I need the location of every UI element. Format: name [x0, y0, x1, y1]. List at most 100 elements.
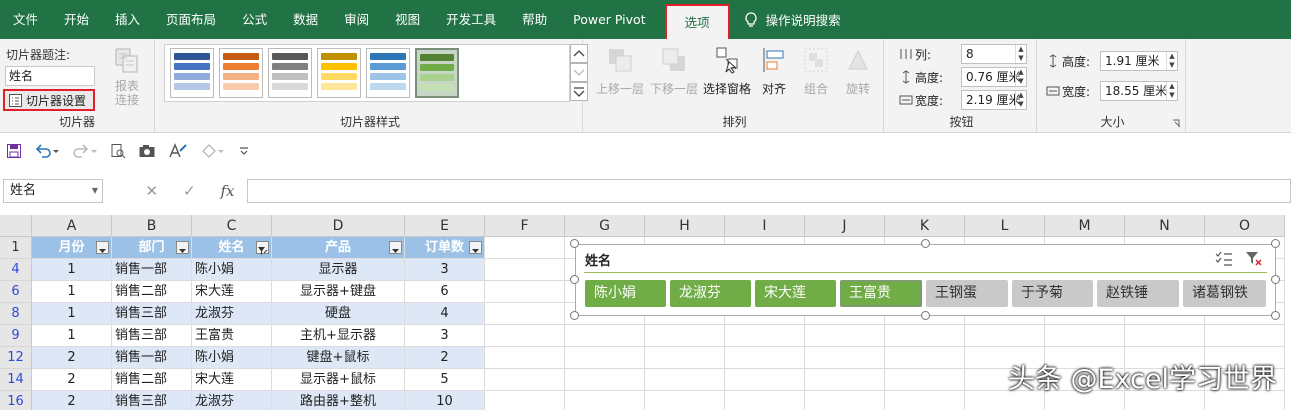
tab-developer[interactable]: 开发工具 — [433, 0, 509, 39]
customize-toolbar-icon[interactable] — [238, 143, 250, 159]
column-header[interactable]: D — [272, 215, 405, 237]
confirm-entry-icon[interactable]: ✓ — [183, 182, 196, 200]
slicer-item[interactable]: 龙淑芬 — [670, 280, 751, 307]
filter-dropdown-icon[interactable] — [469, 241, 482, 254]
column-header[interactable]: O — [1205, 215, 1285, 237]
table-cell[interactable]: 销售一部 — [112, 347, 192, 369]
name-slicer[interactable]: 姓名 陈小娟 龙淑芬 宋大莲 王富贵 王钢蛋 于予菊 赵铁锤 诸葛钢铁 — [575, 244, 1276, 316]
empty-cell[interactable] — [805, 347, 885, 369]
slicer-style-gold[interactable] — [317, 48, 361, 98]
text-format-icon[interactable] — [168, 143, 188, 159]
table-header-cell[interactable]: 姓名 — [192, 237, 272, 259]
table-cell[interactable]: 陈小娟 — [192, 347, 272, 369]
table-cell[interactable]: 3 — [405, 325, 485, 347]
name-box[interactable]: 姓名 ▼ — [3, 179, 103, 203]
tab-review[interactable]: 审阅 — [331, 0, 382, 39]
button-width-input[interactable]: 2.19 厘米 ▲ ▼ — [961, 90, 1027, 110]
formula-input[interactable] — [247, 179, 1291, 203]
table-cell[interactable]: 显示器+鼠标 — [272, 369, 405, 391]
empty-cell[interactable] — [565, 391, 645, 410]
empty-cell[interactable] — [965, 325, 1045, 347]
empty-cell[interactable] — [485, 347, 565, 369]
empty-cell[interactable] — [485, 325, 565, 347]
column-header[interactable]: B — [112, 215, 192, 237]
filter-dropdown-icon[interactable] — [96, 241, 109, 254]
empty-cell[interactable] — [645, 369, 725, 391]
table-cell[interactable]: 陈小娟 — [192, 259, 272, 281]
insert-function-button[interactable]: fx — [221, 182, 235, 200]
slicer-item[interactable]: 王富贵 — [840, 280, 922, 307]
column-header[interactable]: J — [805, 215, 885, 237]
empty-cell[interactable] — [485, 391, 565, 410]
slicer-style-gray[interactable] — [268, 48, 312, 98]
column-header[interactable]: M — [1045, 215, 1125, 237]
column-header[interactable]: E — [405, 215, 485, 237]
resize-handle[interactable] — [1271, 239, 1280, 248]
button-width-spinner[interactable]: ▲ ▼ — [1015, 91, 1026, 109]
group-button[interactable]: 组合 — [796, 45, 836, 97]
tell-me-search[interactable]: 操作说明搜索 — [744, 10, 841, 29]
table-cell[interactable]: 显示器 — [272, 259, 405, 281]
row-header[interactable]: 6 — [0, 281, 32, 303]
slicer-item[interactable]: 陈小娟 — [585, 280, 666, 307]
empty-cell[interactable] — [725, 369, 805, 391]
slicer-caption-input[interactable]: 姓名 — [5, 66, 95, 86]
tab-page-layout[interactable]: 页面布局 — [153, 0, 229, 39]
row-header[interactable]: 14 — [0, 369, 32, 391]
column-header[interactable]: K — [885, 215, 965, 237]
table-cell[interactable]: 主机+显示器 — [272, 325, 405, 347]
columns-spinner[interactable]: ▲ ▼ — [1015, 45, 1026, 63]
table-cell[interactable]: 5 — [405, 369, 485, 391]
multi-select-icon[interactable] — [1215, 251, 1233, 267]
shape-fill-icon[interactable] — [200, 143, 226, 159]
resize-handle[interactable] — [920, 239, 930, 248]
table-cell[interactable]: 1 — [32, 303, 112, 325]
empty-cell[interactable] — [885, 325, 965, 347]
size-dialog-launcher-icon[interactable] — [1172, 119, 1181, 128]
table-cell[interactable]: 1 — [32, 259, 112, 281]
report-connections-button[interactable]: 报表 连接 — [109, 46, 145, 107]
empty-cell[interactable] — [485, 281, 565, 303]
column-header[interactable]: C — [192, 215, 272, 237]
button-height-input[interactable]: 0.76 厘米 ▲ ▼ — [961, 67, 1027, 87]
button-height-spinner[interactable]: ▲ ▼ — [1015, 68, 1026, 86]
table-cell[interactable]: 6 — [405, 281, 485, 303]
table-cell[interactable]: 2 — [32, 391, 112, 410]
undo-icon[interactable] — [34, 143, 60, 159]
slicer-item[interactable]: 宋大莲 — [755, 280, 836, 307]
slicer-item[interactable]: 王钢蛋 — [926, 280, 1008, 307]
slicer-style-blue-dark[interactable] — [170, 48, 214, 98]
table-cell[interactable]: 销售三部 — [112, 303, 192, 325]
table-cell[interactable]: 显示器+键盘 — [272, 281, 405, 303]
print-preview-icon[interactable] — [110, 143, 126, 159]
camera-icon[interactable] — [138, 143, 156, 159]
tab-file[interactable]: 文件 — [0, 0, 51, 39]
empty-cell[interactable] — [485, 369, 565, 391]
empty-cell[interactable] — [485, 303, 565, 325]
bring-forward-button[interactable]: 上移一层 — [594, 45, 646, 97]
resize-handle[interactable] — [1271, 275, 1280, 284]
table-cell[interactable]: 2 — [32, 347, 112, 369]
empty-cell[interactable] — [805, 369, 885, 391]
empty-cell[interactable] — [805, 391, 885, 410]
empty-cell[interactable] — [805, 325, 885, 347]
empty-cell[interactable] — [565, 325, 645, 347]
tab-data[interactable]: 数据 — [280, 0, 331, 39]
name-box-dropdown-icon[interactable]: ▼ — [92, 180, 98, 202]
empty-cell[interactable] — [725, 347, 805, 369]
cancel-entry-icon[interactable]: ✕ — [145, 182, 158, 200]
tab-options[interactable]: 选项 — [664, 4, 730, 39]
slicer-width-input[interactable]: 18.55 厘米 ▲ ▼ — [1100, 81, 1178, 101]
table-header-cell[interactable]: 产品 — [272, 237, 405, 259]
empty-cell[interactable] — [725, 391, 805, 410]
table-cell[interactable]: 销售二部 — [112, 281, 192, 303]
empty-cell[interactable] — [645, 391, 725, 410]
empty-cell[interactable] — [565, 347, 645, 369]
tab-power-pivot[interactable]: Power Pivot — [560, 0, 658, 39]
column-header[interactable]: I — [725, 215, 805, 237]
column-header[interactable]: H — [645, 215, 725, 237]
table-cell[interactable]: 1 — [32, 325, 112, 347]
column-header[interactable]: G — [565, 215, 645, 237]
empty-cell[interactable] — [485, 259, 565, 281]
select-all-corner[interactable] — [0, 215, 32, 237]
